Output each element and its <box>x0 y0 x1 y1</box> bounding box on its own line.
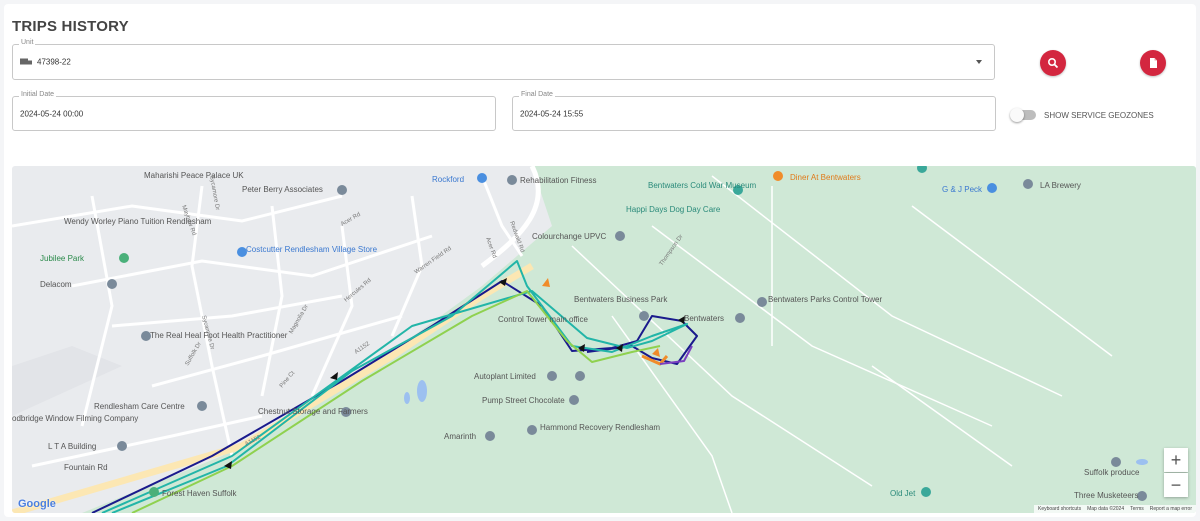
place-label: Bentwaters <box>684 314 724 323</box>
trip-map[interactable]: Maharishi Peace Palace UK Peter Berry As… <box>12 166 1196 513</box>
chevron-down-icon[interactable] <box>976 60 982 64</box>
place-label: Diner At Bentwaters <box>790 173 861 182</box>
place-label: LA Brewery <box>1040 181 1081 190</box>
place-label: Rockford <box>432 175 464 184</box>
place-label: The Real Heal Foot Health Practitioner <box>150 331 288 340</box>
search-button[interactable] <box>1040 50 1066 76</box>
place-label: Rendlesham Care Centre <box>94 402 185 411</box>
keyboard-shortcuts-link[interactable]: Keyboard shortcuts <box>1038 506 1081 512</box>
place-label: Bentwaters Parks Control Tower <box>768 295 882 304</box>
terms-link[interactable]: Terms <box>1130 506 1144 512</box>
report-error-link[interactable]: Report a map error <box>1150 506 1192 512</box>
place-label: G & J Peck <box>942 185 983 194</box>
place-label: odbridge Window Filming Company <box>12 414 138 423</box>
report-button[interactable] <box>1140 50 1166 76</box>
place-label: Chestnut Storage and Farmers <box>258 407 368 416</box>
place-label: L T A Building <box>48 442 96 451</box>
place-label: Old Jet <box>890 489 916 498</box>
unit-value: 47398-22 <box>37 57 71 67</box>
place-label: Costcutter Rendlesham Village Store <box>246 245 378 254</box>
trips-history-card: TRIPS HISTORY Unit 47398-22 Initial Date… <box>4 4 1196 517</box>
place-label: Fountain Rd <box>64 463 108 472</box>
toggle-switch[interactable] <box>1010 108 1036 122</box>
unit-label: Unit <box>19 39 36 46</box>
place-label: Rehabilitation Fitness <box>520 176 596 185</box>
geozone-toggle-label: SHOW SERVICE GEOZONES <box>1044 110 1154 120</box>
map-attribution: Keyboard shortcuts Map data ©2024 Terms … <box>1033 505 1196 513</box>
place-label: Hammond Recovery Rendlesham <box>540 423 660 432</box>
unit-select[interactable]: Unit 47398-22 <box>12 39 995 80</box>
place-label: Suffolk produce <box>1084 468 1140 477</box>
place-label: Amarinth <box>444 432 476 441</box>
document-icon <box>1150 58 1157 68</box>
place-label: Colourchange UPVC <box>532 232 606 241</box>
initial-date-field[interactable]: Initial Date 2024-05-24 00:00 <box>12 91 496 131</box>
place-label: Pump Street Chocolate <box>482 396 565 405</box>
final-date-value: 2024-05-24 15:55 <box>520 109 584 118</box>
place-label: Control Tower main office <box>498 315 589 324</box>
place-label: Maharishi Peace Palace UK <box>144 171 244 180</box>
place-label: Three Musketeers <box>1074 491 1138 500</box>
place-label: Forest Haven Suffolk <box>162 489 238 498</box>
place-label: Peter Berry Associates <box>242 185 323 194</box>
geozone-toggle[interactable]: SHOW SERVICE GEOZONES <box>1010 108 1154 122</box>
map-data-text: Map data ©2024 <box>1087 506 1125 512</box>
initial-date-label: Initial Date <box>19 91 57 98</box>
google-logo: Google <box>18 498 56 510</box>
place-label: Delacom <box>40 280 72 289</box>
final-date-field[interactable]: Final Date 2024-05-24 15:55 <box>512 91 996 131</box>
zoom-in-button[interactable]: + <box>1164 448 1188 472</box>
final-date-label: Final Date <box>519 91 555 98</box>
zoom-out-button[interactable]: − <box>1164 473 1188 497</box>
place-label: Happi Days Dog Day Care <box>626 205 721 214</box>
place-label: Bentwaters Cold War Museum <box>648 181 757 190</box>
page-title: TRIPS HISTORY <box>12 18 129 35</box>
search-icon <box>1047 57 1059 69</box>
initial-date-value: 2024-05-24 00:00 <box>20 109 84 118</box>
truck-icon <box>20 58 33 66</box>
place-label: Jubilee Park <box>40 254 85 263</box>
place-label: Bentwaters Business Park <box>574 295 668 304</box>
place-label: Autoplant Limited <box>474 372 536 381</box>
